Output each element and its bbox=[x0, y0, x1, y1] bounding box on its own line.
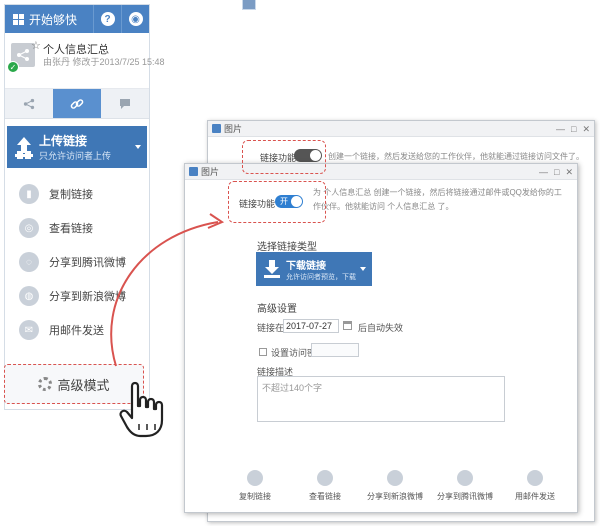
action-copy-link[interactable]: ▮ 复制链接 bbox=[5, 177, 149, 211]
back-dialog-title: 图片 bbox=[224, 124, 243, 134]
download-link-button[interactable]: 下载链接 允许访问者预览，下载 bbox=[256, 252, 372, 286]
tencent-weibo-icon: ◌ bbox=[19, 252, 39, 272]
share-actions: 复制链接 查看链接 分享到新浪微博 分享到腾讯微博 用邮件发送 bbox=[225, 470, 565, 502]
comment-icon bbox=[120, 98, 130, 109]
file-meta: 由张丹 修改于2013/7/25 15:48 bbox=[43, 57, 165, 67]
question-icon: ? bbox=[100, 12, 115, 26]
maximize-icon[interactable]: □ bbox=[554, 167, 559, 178]
upload-icon bbox=[15, 137, 33, 157]
maximize-icon[interactable]: □ bbox=[571, 124, 576, 135]
copy-icon: ▮ bbox=[19, 184, 39, 204]
tab-link[interactable] bbox=[53, 89, 101, 118]
panel-header: 开始够快 ? ◉ bbox=[5, 5, 149, 33]
back-toggle-highlight bbox=[242, 140, 326, 174]
link-desc-textarea[interactable]: 不超过140个字 bbox=[257, 376, 505, 422]
advanced-mode-label: 高级模式 bbox=[57, 377, 110, 393]
password-checkbox[interactable] bbox=[259, 348, 267, 356]
share-tencent-weibo[interactable]: 分享到腾讯微博 bbox=[435, 470, 495, 502]
expire-suffix: 后自动失效 bbox=[358, 323, 404, 333]
upload-link-sub: 只允许访问者上传 bbox=[39, 151, 112, 161]
tab-comment[interactable] bbox=[101, 89, 149, 118]
action-label: 复制链接 bbox=[49, 189, 93, 201]
share-email[interactable]: 用邮件发送 bbox=[505, 470, 565, 502]
app-icon bbox=[189, 167, 198, 176]
share-label: 用邮件发送 bbox=[515, 492, 555, 501]
tab-share[interactable] bbox=[5, 89, 53, 118]
download-icon bbox=[264, 260, 280, 278]
download-link-sub: 允许访问者预览，下载 bbox=[286, 273, 356, 281]
close-icon[interactable]: ✕ bbox=[565, 167, 573, 178]
share-view-link[interactable]: 查看链接 bbox=[295, 470, 355, 502]
front-dialog-desc: 为 个人信息汇总 创建一个链接，然后将链接通过邮件或QQ发给你的工作伙伴。他就能… bbox=[313, 188, 562, 211]
minimize-icon[interactable]: — bbox=[539, 167, 548, 178]
app-icon bbox=[212, 124, 221, 133]
sina-weibo-icon: ◍ bbox=[19, 286, 39, 306]
action-list: ▮ 复制链接 ◎ 查看链接 ◌ 分享到腾讯微博 ◍ 分享到新浪微博 ✉ 用邮件发… bbox=[5, 177, 149, 347]
share-label: 查看链接 bbox=[309, 492, 341, 501]
window-controls: — □ ✕ bbox=[539, 167, 573, 178]
front-dialog-title: 图片 bbox=[201, 167, 220, 177]
expire-prefix: 链接在 bbox=[257, 323, 285, 333]
action-view-link[interactable]: ◎ 查看链接 bbox=[5, 211, 149, 245]
file-info: ✓ ☆ 个人信息汇总 由张丹 修改于2013/7/25 15:48 bbox=[5, 33, 165, 89]
calendar-icon[interactable] bbox=[343, 321, 352, 330]
globe-button[interactable]: ◉ bbox=[121, 5, 149, 33]
chevron-down-icon bbox=[135, 145, 141, 149]
panel-tabs bbox=[5, 89, 149, 119]
back-dialog-titlebar: 图片 bbox=[208, 121, 594, 137]
copy-icon bbox=[247, 470, 263, 486]
share-panel: 开始够快 ? ◉ ✓ ☆ 个人信息汇总 由张丹 修改于2013/7/25 15:… bbox=[4, 4, 165, 410]
share-icon bbox=[17, 49, 29, 61]
share-label: 分享到腾讯微博 bbox=[437, 492, 493, 501]
sina-weibo-icon bbox=[387, 470, 403, 486]
action-label: 用邮件发送 bbox=[49, 325, 104, 337]
upload-link-label: 上传链接 bbox=[39, 134, 88, 148]
help-button[interactable]: ? bbox=[93, 5, 121, 33]
action-share-tencent[interactable]: ◌ 分享到腾讯微博 bbox=[5, 245, 149, 279]
share-label: 复制链接 bbox=[239, 492, 271, 501]
download-link-label: 下载链接 bbox=[286, 260, 326, 272]
share-sina-weibo[interactable]: 分享到新浪微博 bbox=[365, 470, 425, 502]
window-controls: — □ ✕ bbox=[556, 124, 590, 135]
minimize-icon[interactable]: — bbox=[556, 124, 565, 135]
link-type-heading: 选择链接类型 bbox=[257, 242, 317, 253]
chevron-down-icon bbox=[360, 267, 366, 271]
advanced-settings-heading: 高级设置 bbox=[257, 304, 297, 315]
mail-icon bbox=[527, 470, 543, 486]
action-label: 分享到腾讯微博 bbox=[49, 257, 126, 269]
gear-icon bbox=[38, 377, 53, 391]
check-icon: ✓ bbox=[7, 61, 19, 73]
top-thumbnail-icon bbox=[242, 0, 256, 10]
action-label: 查看链接 bbox=[49, 223, 93, 235]
close-icon[interactable]: ✕ bbox=[582, 124, 590, 135]
action-share-sina[interactable]: ◍ 分享到新浪微博 bbox=[5, 279, 149, 313]
globe-icon: ◉ bbox=[128, 12, 143, 26]
share-icon bbox=[23, 98, 35, 109]
front-toggle-highlight bbox=[228, 181, 326, 223]
action-label: 分享到新浪微博 bbox=[49, 291, 126, 303]
back-dialog-desc: 创建一个链接，然后发送给您的工作伙伴，他就能通过链接访问文件了。 bbox=[328, 152, 584, 161]
link-icon bbox=[70, 98, 84, 109]
view-icon: ◎ bbox=[19, 218, 39, 238]
panel-title-text: 开始够快 bbox=[29, 12, 78, 27]
password-input[interactable] bbox=[311, 343, 359, 357]
tencent-weibo-icon bbox=[457, 470, 473, 486]
action-email[interactable]: ✉ 用邮件发送 bbox=[5, 313, 149, 347]
star-icon[interactable]: ☆ bbox=[31, 39, 41, 52]
share-copy-link[interactable]: 复制链接 bbox=[225, 470, 285, 502]
share-label: 分享到新浪微博 bbox=[367, 492, 423, 501]
view-icon bbox=[317, 470, 333, 486]
grid-icon bbox=[13, 13, 24, 25]
mail-icon: ✉ bbox=[19, 320, 39, 340]
upload-link-button[interactable]: 上传链接 只允许访问者上传 bbox=[7, 126, 147, 168]
hand-cursor-icon bbox=[119, 381, 164, 438]
expire-date-input[interactable]: 2017-07-27 bbox=[283, 319, 339, 333]
panel-title[interactable]: 开始够快 bbox=[5, 5, 93, 33]
